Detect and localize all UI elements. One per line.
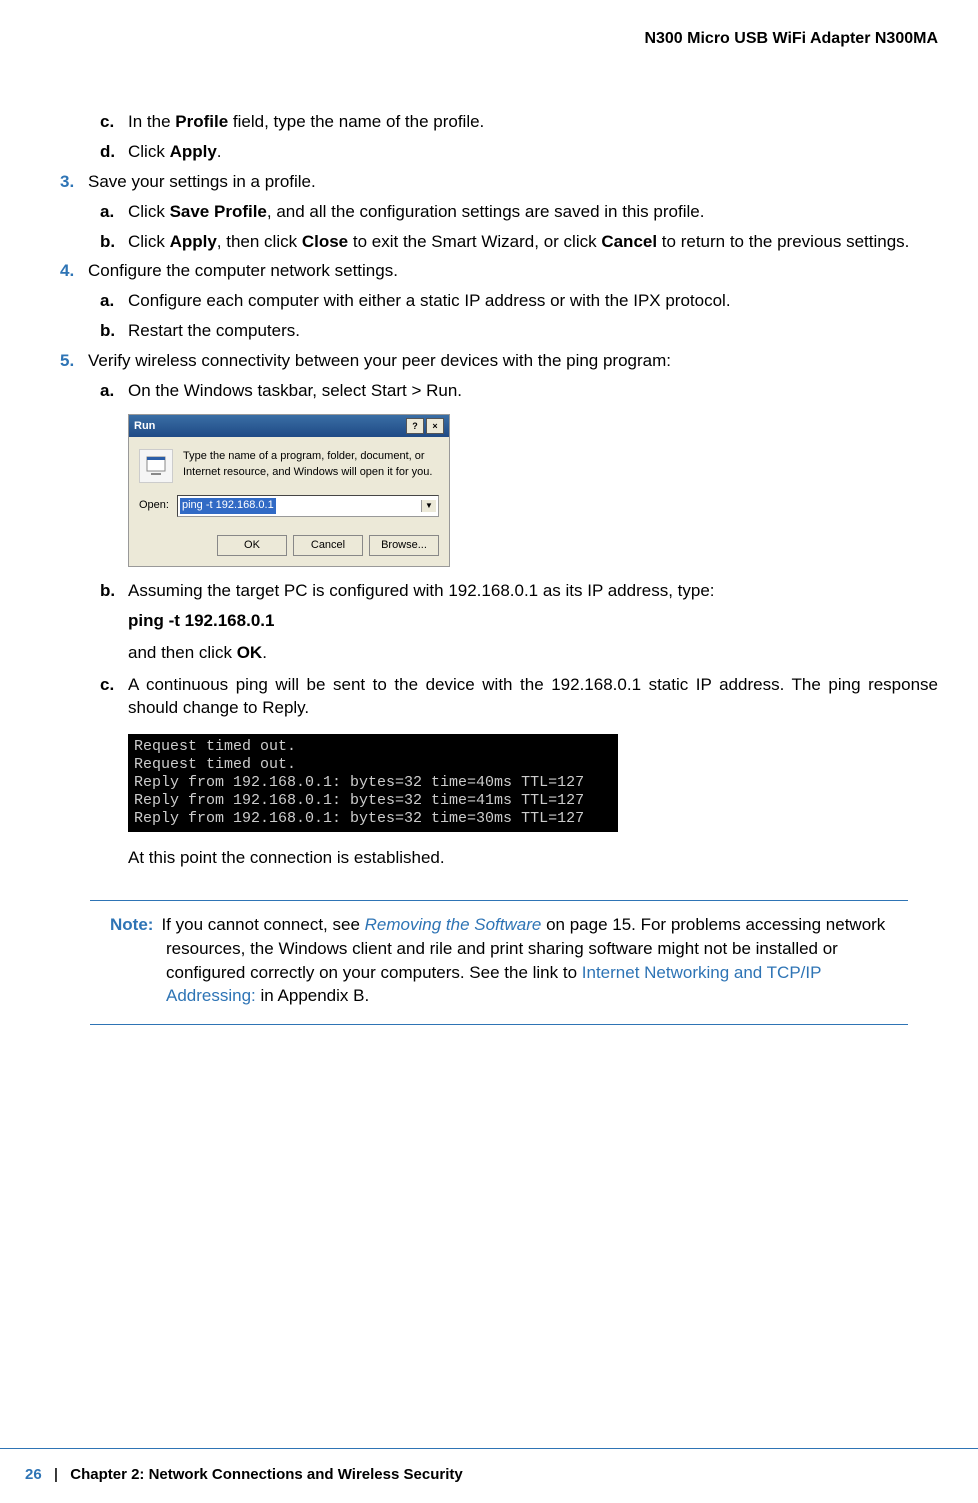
separator: | — [54, 1466, 58, 1483]
text-4b: Restart the computers. — [128, 319, 938, 343]
text-3a: Click Save Profile, and all the configur… — [128, 200, 938, 224]
close-icon[interactable]: × — [426, 418, 444, 434]
text: Click — [128, 232, 170, 251]
run-titlebar: Run ? × — [129, 415, 449, 437]
bold: Apply — [170, 142, 217, 161]
note-label: Note: — [110, 915, 153, 934]
note-block: Note: If you cannot connect, see Removing… — [90, 900, 908, 1025]
page-header: N300 Micro USB WiFi Adapter N300MA — [0, 0, 978, 50]
text: Click — [128, 142, 170, 161]
marker-3a: a. — [100, 200, 128, 224]
text: . — [217, 142, 222, 161]
text-4a: Configure each computer with either a st… — [128, 289, 938, 313]
step-5b: b. Assuming the target PC is configured … — [100, 579, 938, 603]
run-open-row: Open: ping -t 192.168.0.1 ▼ — [139, 495, 439, 516]
text: , and all the configuration settings are… — [267, 202, 705, 221]
cancel-button[interactable]: Cancel — [293, 535, 363, 556]
main-content: c. In the Profile field, type the name o… — [0, 50, 978, 1025]
bold: Save Profile — [170, 202, 267, 221]
text-4: Configure the computer network settings. — [88, 259, 938, 283]
run-body: Type the name of a program, folder, docu… — [129, 437, 449, 566]
page-footer: 26 | Chapter 2: Network Connections and … — [0, 1448, 978, 1503]
ok-button[interactable]: OK — [217, 535, 287, 556]
text: field, type the name of the profile. — [228, 112, 484, 131]
bold: Apply — [170, 232, 217, 251]
marker-d: d. — [100, 140, 128, 164]
command-text: ping -t 192.168.0.1 — [128, 611, 274, 630]
marker-4b: b. — [100, 319, 128, 343]
run-app-icon — [139, 449, 173, 483]
step-c: c. In the Profile field, type the name o… — [100, 110, 938, 134]
run-desc-row: Type the name of a program, folder, docu… — [139, 449, 439, 483]
text: in Appendix B. — [256, 986, 369, 1005]
text: to exit the Smart Wizard, or click — [348, 232, 601, 251]
then-click: and then click OK. — [128, 641, 938, 665]
run-desc-text: Type the name of a program, folder, docu… — [183, 449, 439, 480]
text: and then click — [128, 643, 237, 662]
step-4: 4. Configure the computer network settin… — [60, 259, 938, 283]
marker-c: c. — [100, 110, 128, 134]
text: In the — [128, 112, 175, 131]
text-c: In the Profile field, type the name of t… — [128, 110, 938, 134]
run-input[interactable]: ping -t 192.168.0.1 ▼ — [177, 495, 439, 516]
marker-4a: a. — [100, 289, 128, 313]
dropdown-icon[interactable]: ▼ — [421, 500, 436, 511]
step-4b: b. Restart the computers. — [100, 319, 938, 343]
open-label: Open: — [139, 498, 169, 513]
marker-5: 5. — [60, 349, 88, 373]
text-5: Verify wireless connectivity between you… — [88, 349, 938, 373]
page-number: 26 — [25, 1466, 42, 1483]
text: to return to the previous settings. — [657, 232, 909, 251]
run-input-value: ping -t 192.168.0.1 — [180, 498, 276, 513]
text: If you cannot connect, see — [161, 915, 364, 934]
marker-5c: c. — [100, 673, 128, 721]
bold: Profile — [175, 112, 228, 131]
chapter-title: Chapter 2: Network Connections and Wirel… — [70, 1466, 462, 1483]
text-3: Save your settings in a profile. — [88, 170, 938, 194]
step-3a: a. Click Save Profile, and all the confi… — [100, 200, 938, 224]
run-buttons: OK Cancel Browse... — [139, 535, 439, 556]
text: . — [262, 643, 267, 662]
step-d: d. Click Apply. — [100, 140, 938, 164]
note-text: Note: If you cannot connect, see Removing… — [90, 913, 908, 1008]
text-5a: On the Windows taskbar, select Start > R… — [128, 379, 938, 403]
step-3: 3. Save your settings in a profile. — [60, 170, 938, 194]
marker-5a: a. — [100, 379, 128, 403]
title-icons: ? × — [406, 418, 444, 434]
ping-command: ping -t 192.168.0.1 — [128, 609, 938, 633]
text: Click — [128, 202, 170, 221]
bold: OK — [237, 643, 263, 662]
step-5c: c. A continuous ping will be sent to the… — [100, 673, 938, 721]
step-5: 5. Verify wireless connectivity between … — [60, 349, 938, 373]
text-d: Click Apply. — [128, 140, 938, 164]
help-icon[interactable]: ? — [406, 418, 424, 434]
marker-3b: b. — [100, 230, 128, 254]
text-3b: Click Apply, then click Close to exit th… — [128, 230, 938, 254]
marker-3: 3. — [60, 170, 88, 194]
terminal-output: Request timed out. Request timed out. Re… — [128, 734, 618, 832]
run-title: Run — [134, 419, 155, 434]
link-removing-software[interactable]: Removing the Software — [365, 915, 542, 934]
bold: Close — [302, 232, 348, 251]
marker-4: 4. — [60, 259, 88, 283]
browse-button[interactable]: Browse... — [369, 535, 439, 556]
step-3b: b. Click Apply, then click Close to exit… — [100, 230, 938, 254]
step-5a: a. On the Windows taskbar, select Start … — [100, 379, 938, 403]
run-dialog: Run ? × Type the name of a program, fold… — [128, 414, 450, 567]
text-5b: Assuming the target PC is configured wit… — [128, 579, 938, 603]
bold: Cancel — [601, 232, 657, 251]
text: , then click — [217, 232, 302, 251]
step-4a: a. Configure each computer with either a… — [100, 289, 938, 313]
text-5c: A continuous ping will be sent to the de… — [128, 673, 938, 721]
connection-established: At this point the connection is establis… — [128, 846, 938, 870]
marker-5b: b. — [100, 579, 128, 603]
